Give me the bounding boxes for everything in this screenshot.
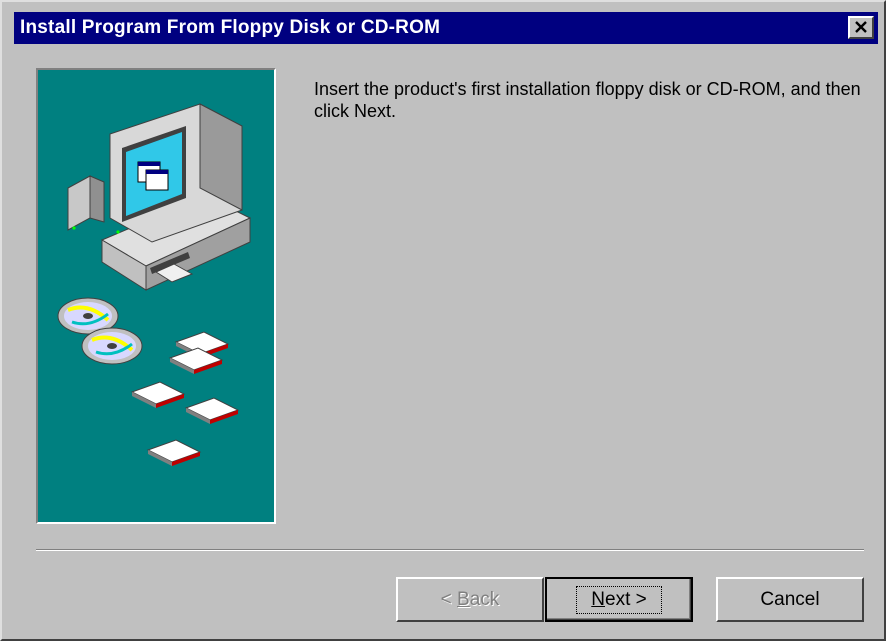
instruction-text: Insert the product's first installation …: [314, 79, 861, 121]
title-bar[interactable]: Install Program From Floppy Disk or CD-R…: [14, 12, 878, 44]
back-button[interactable]: < Back: [396, 577, 544, 622]
separator-line: [36, 549, 864, 551]
floppy-disk-icon: [130, 331, 240, 466]
install-dialog: Install Program From Floppy Disk or CD-R…: [0, 0, 886, 641]
next-button-label: Next >: [576, 585, 662, 614]
cancel-button-label: Cancel: [760, 588, 820, 610]
window-title: Install Program From Floppy Disk or CD-R…: [20, 17, 441, 38]
close-button[interactable]: [848, 16, 874, 39]
setup-illustration: [36, 68, 276, 524]
next-button[interactable]: Next >: [545, 577, 693, 622]
illustration-graphic: [57, 103, 252, 466]
close-icon: [855, 21, 867, 33]
computer-icon: [67, 103, 252, 291]
cd-rom-icon: [57, 297, 143, 365]
cancel-button[interactable]: Cancel: [716, 577, 864, 622]
back-button-label: < Back: [440, 588, 500, 610]
